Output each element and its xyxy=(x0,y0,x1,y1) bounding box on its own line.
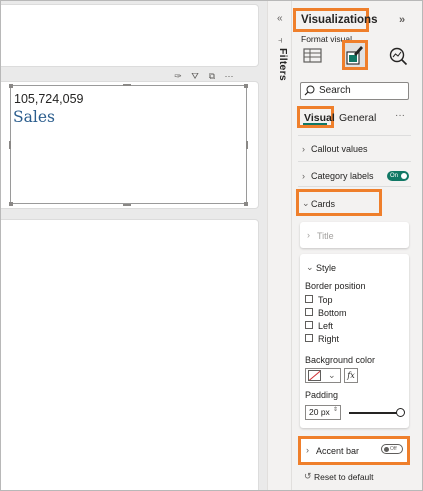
more-options-icon[interactable]: ··· xyxy=(395,110,405,121)
build-visual-icon[interactable] xyxy=(303,47,323,65)
app-frame: ✑ ⛛ ⧉ ⋯ 105,724,059 Sales « ⫞ Filters Vi… xyxy=(0,0,423,491)
resize-handle-right[interactable] xyxy=(246,141,248,149)
tab-visual-underline xyxy=(303,123,327,125)
chevron-left-icon[interactable]: « xyxy=(277,13,283,24)
chevron-right-icon[interactable]: › xyxy=(306,445,309,455)
resize-handle-top[interactable] xyxy=(123,84,131,86)
resize-handle-bl[interactable] xyxy=(9,202,13,206)
filter-icon[interactable]: ⛛ xyxy=(190,71,200,82)
divider xyxy=(298,186,411,187)
visualizations-title: Visualizations xyxy=(293,8,377,32)
tab-general[interactable]: General xyxy=(339,112,376,124)
resize-handle-left[interactable] xyxy=(9,141,11,149)
no-color-swatch-icon xyxy=(308,370,321,381)
card-category-label: Sales xyxy=(13,108,55,126)
stepper-icon[interactable]: ⇕ xyxy=(333,406,338,413)
card-callout-value: 105,724,059 xyxy=(14,92,84,106)
format-visual-tab[interactable] xyxy=(342,40,368,70)
chevron-down-icon[interactable]: ⌄ xyxy=(328,370,336,381)
analytics-magnifier-icon[interactable] xyxy=(388,46,408,66)
report-page-main xyxy=(1,219,259,490)
focus-mode-icon[interactable]: ⧉ xyxy=(207,71,217,82)
category-labels-toggle[interactable]: On xyxy=(387,171,409,181)
style-subsection-label[interactable]: Style xyxy=(316,263,336,273)
checkbox-right-label: Right xyxy=(318,334,340,344)
divider xyxy=(298,161,411,162)
reset-to-default-link[interactable]: Reset to default xyxy=(314,472,374,482)
chevron-right-icon[interactable]: » xyxy=(399,14,405,26)
chevron-right-icon[interactable]: › xyxy=(307,230,310,240)
reset-icon: ↺ xyxy=(304,471,312,481)
checkbox-right[interactable] xyxy=(305,334,313,342)
border-position-label: Border position xyxy=(305,281,366,291)
checkbox-left[interactable] xyxy=(305,321,313,329)
section-accent-bar[interactable]: Accent bar xyxy=(316,446,359,456)
conditional-format-fx-button[interactable]: fx xyxy=(344,368,358,383)
chevron-down-icon[interactable]: ⌄ xyxy=(302,198,310,209)
accent-bar-toggle[interactable]: Off xyxy=(381,444,403,454)
resize-handle-bottom[interactable] xyxy=(123,204,131,206)
filters-label[interactable]: Filters xyxy=(277,48,289,81)
checkbox-bottom[interactable] xyxy=(305,308,313,316)
section-category-labels[interactable]: Category labels xyxy=(311,171,374,181)
resize-handle-tr[interactable] xyxy=(244,84,248,88)
more-options-icon[interactable]: ⋯ xyxy=(224,71,234,82)
checkbox-top[interactable] xyxy=(305,295,313,303)
paintbrush-icon xyxy=(346,46,363,65)
checkbox-left-label: Left xyxy=(318,321,334,331)
chevron-right-icon[interactable]: › xyxy=(302,144,305,154)
section-callout-values[interactable]: Callout values xyxy=(311,144,368,154)
report-canvas: ✑ ⛛ ⧉ ⋯ 105,724,059 Sales xyxy=(1,1,267,490)
chevron-down-icon[interactable]: ⌄ xyxy=(306,262,314,273)
checkbox-bottom-label: Bottom xyxy=(318,308,347,318)
chevron-right-icon[interactable]: › xyxy=(302,171,305,181)
filter-pane-icon: ⫞ xyxy=(278,35,283,45)
search-input[interactable]: Search xyxy=(300,82,409,100)
checkbox-top-label: Top xyxy=(318,295,333,305)
title-subsection-label[interactable]: Title xyxy=(317,231,334,241)
search-icon xyxy=(304,85,315,96)
background-color-label: Background color xyxy=(305,355,376,365)
pin-icon[interactable]: ✑ xyxy=(173,71,183,82)
resize-handle-tl[interactable] xyxy=(9,84,13,88)
padding-label: Padding xyxy=(305,390,339,400)
padding-slider-track[interactable] xyxy=(349,412,401,414)
resize-handle-br[interactable] xyxy=(244,202,248,206)
report-page-top xyxy=(1,4,259,67)
padding-slider-thumb[interactable] xyxy=(396,408,405,417)
section-cards[interactable]: Cards xyxy=(311,199,335,209)
divider xyxy=(298,135,411,136)
